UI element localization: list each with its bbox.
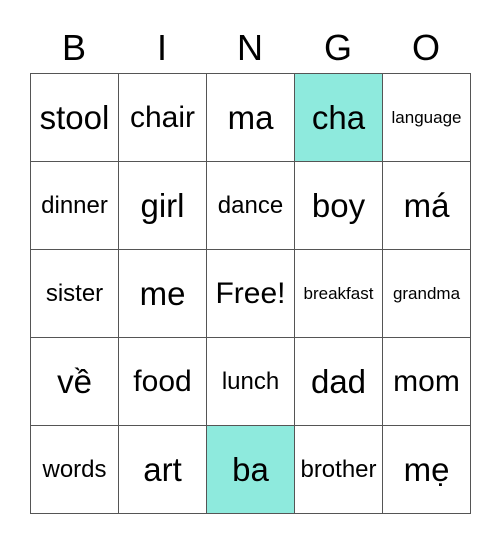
cell-label: art	[143, 450, 182, 488]
cell-label: dance	[217, 191, 284, 219]
bingo-cell[interactable]: sister	[31, 250, 119, 338]
cell-label: me	[139, 274, 186, 312]
cell-label: dad	[310, 362, 367, 400]
cell-label: Free!	[215, 276, 286, 310]
bingo-header: B I N G O	[30, 24, 470, 72]
bingo-cell[interactable]: chair	[119, 74, 207, 162]
cell-label: breakfast	[303, 283, 374, 303]
bingo-cell[interactable]: ba	[207, 426, 295, 514]
bingo-cell[interactable]: me	[119, 250, 207, 338]
cell-label: words	[42, 455, 107, 483]
bingo-cell[interactable]: lunch	[207, 338, 295, 426]
bingo-cell[interactable]: mẹ	[383, 426, 471, 514]
bingo-cell[interactable]: girl	[119, 162, 207, 250]
cell-label: dinner	[41, 191, 108, 219]
cell-label: language	[391, 107, 462, 127]
cell-label: lunch	[221, 367, 280, 395]
cell-label: sister	[45, 279, 104, 307]
cell-label: mom	[393, 364, 460, 398]
bingo-cell[interactable]: mom	[383, 338, 471, 426]
cell-label: ba	[232, 450, 269, 488]
cell-label: ma	[227, 98, 274, 136]
bingo-cell[interactable]: grandma	[383, 250, 471, 338]
bingo-cell[interactable]: má	[383, 162, 471, 250]
bingo-cell[interactable]: food	[119, 338, 207, 426]
bingo-cell[interactable]: dance	[207, 162, 295, 250]
cell-label: mẹ	[403, 450, 450, 488]
cell-label: stool	[39, 98, 110, 136]
bingo-cell[interactable]: Free!	[207, 250, 295, 338]
bingo-cell[interactable]: brother	[295, 426, 383, 514]
bingo-cell[interactable]: dinner	[31, 162, 119, 250]
bingo-cell[interactable]: stool	[31, 74, 119, 162]
bingo-cell[interactable]: words	[31, 426, 119, 514]
bingo-cell[interactable]: ma	[207, 74, 295, 162]
header-letter-i: I	[156, 27, 167, 68]
cell-label: girl	[140, 186, 185, 224]
header-letter-b: B	[61, 27, 86, 68]
header-letter-o: O	[411, 27, 440, 68]
header-letter-g: G	[323, 27, 352, 68]
bingo-grid: stool chair ma cha language dinner girl dance bo…	[30, 73, 471, 514]
bingo-cell[interactable]: breakfast	[295, 250, 383, 338]
cell-label: food	[133, 364, 192, 398]
cell-label: má	[403, 186, 450, 224]
cell-label: cha	[311, 98, 366, 136]
bingo-cell[interactable]: dad	[295, 338, 383, 426]
bingo-cell[interactable]: cha	[295, 74, 383, 162]
cell-label: brother	[300, 455, 377, 483]
bingo-cell[interactable]: language	[383, 74, 471, 162]
cell-label: boy	[311, 186, 366, 224]
bingo-cell[interactable]: boy	[295, 162, 383, 250]
bingo-cell[interactable]: art	[119, 426, 207, 514]
cell-label: về	[57, 362, 92, 400]
bingo-cell[interactable]: về	[31, 338, 119, 426]
header-letter-n: N	[237, 27, 263, 68]
cell-label: grandma	[392, 283, 461, 303]
cell-label: chair	[129, 100, 196, 134]
